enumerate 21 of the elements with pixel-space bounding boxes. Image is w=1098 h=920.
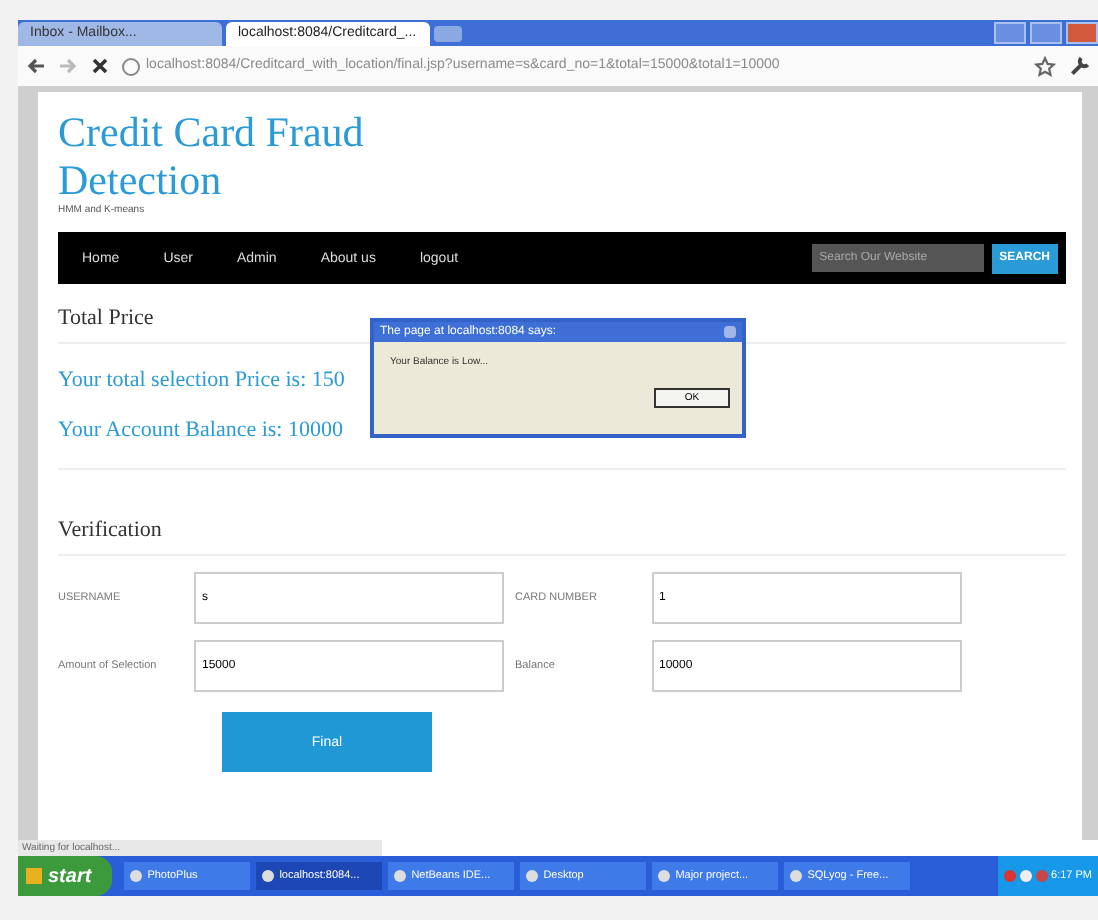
balance-text: Your Account Balance is: 10000 [58,418,345,442]
minimize-button[interactable] [994,22,1026,44]
back-icon[interactable] [26,56,46,76]
close-button[interactable] [1066,22,1098,44]
new-tab-button[interactable] [434,26,462,42]
app-icon [789,870,802,882]
app-icon [129,870,142,882]
start-button[interactable]: start [18,856,112,896]
close-icon[interactable] [90,56,110,76]
star-icon[interactable] [1034,55,1056,77]
wrench-icon[interactable] [1068,55,1090,77]
forward-icon[interactable] [58,56,78,76]
app-icon [261,870,274,882]
price-text: Your total selection Price is: 150 [58,368,347,392]
app-icon [657,870,670,882]
maximize-button[interactable] [1030,22,1062,44]
app-icon [525,870,538,882]
section-heading: Verification [58,518,164,542]
close-button[interactable] [724,326,736,338]
app-icon [393,870,406,882]
site-title: Credit Card Fraud Detection [58,108,366,204]
